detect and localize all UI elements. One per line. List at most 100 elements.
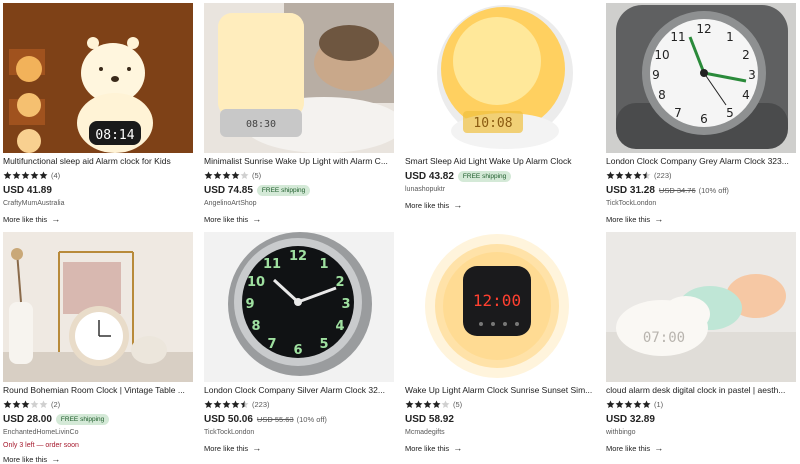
product-title[interactable]: Round Bohemian Room Clock | Vintage Tabl… — [3, 385, 193, 396]
clock-display-text: 07:00 — [643, 330, 685, 346]
arrow-right-icon: → — [654, 442, 664, 453]
product-card[interactable]: 08:14 Multifunctional sleep aid Alarm cl… — [3, 3, 193, 229]
star-rating — [405, 400, 450, 409]
more-like-this-label: More like this — [3, 454, 48, 464]
star-filled-icon — [222, 171, 231, 180]
star-filled-icon — [30, 171, 39, 180]
product-title[interactable]: cloud alarm desk digital clock in pastel… — [606, 385, 796, 396]
star-filled-icon — [204, 171, 213, 180]
product-card[interactable]: 12 1 2 345 678 9 10 11 London Clock Company … — [204, 232, 394, 458]
product-card[interactable]: 07:00 cloud alarm desk digital clock in … — [606, 232, 796, 458]
more-like-this-label: More like this — [405, 443, 450, 453]
price-row: USD 43.82 FREE shipping — [405, 170, 595, 183]
star-rating — [3, 400, 48, 409]
more-like-this-link[interactable]: More like this → — [606, 214, 796, 224]
star-filled-icon — [3, 400, 12, 409]
low-stock-notice: Only 3 left — order soon — [3, 442, 79, 449]
shop-name[interactable]: TickTockLondon — [204, 428, 394, 437]
star-empty-icon — [240, 171, 249, 180]
product-image[interactable]: 12 1 2 345 678 9 10 11 — [204, 232, 394, 382]
rating: (2) — [3, 399, 193, 410]
shop-name[interactable]: lunashopuktr — [405, 185, 595, 194]
star-filled-icon — [414, 400, 423, 409]
more-like-this-label: More like this — [204, 443, 249, 453]
product-image[interactable] — [3, 232, 193, 382]
product-image[interactable]: 08:30 — [204, 3, 394, 153]
shop-name[interactable]: AngelinoArtShop — [204, 199, 394, 208]
product-title[interactable]: Wake Up Light Alarm Clock Sunrise Sunset… — [405, 385, 595, 396]
more-like-this-link[interactable]: More like this → — [3, 454, 193, 464]
rating: (1) — [606, 399, 796, 410]
shop-name[interactable]: EnchantedHomeLivinCo — [3, 428, 193, 437]
more-like-this-label: More like this — [606, 443, 651, 453]
star-filled-icon — [21, 400, 30, 409]
clock-display-text: 08:14 — [95, 128, 134, 143]
product-card[interactable]: 08:30 Minimalist Sunrise Wake Up Light w… — [204, 3, 394, 229]
star-filled-icon — [624, 171, 633, 180]
rating-count: (223) — [654, 171, 672, 180]
price: USD 31.28 — [606, 185, 655, 196]
more-like-this-link[interactable]: More like this → — [606, 443, 796, 453]
svg-text:9: 9 — [652, 68, 660, 82]
product-title[interactable]: Minimalist Sunrise Wake Up Light with Al… — [204, 156, 394, 167]
svg-text:3: 3 — [748, 68, 756, 82]
shop-name[interactable]: Mcmadegifts — [405, 428, 595, 437]
product-card[interactable]: 12:00 Wake Up Light Alarm Clock Sunrise … — [405, 232, 595, 458]
more-like-this-label: More like this — [606, 214, 651, 224]
product-image[interactable]: 08:14 — [3, 3, 193, 153]
svg-text:11: 11 — [263, 257, 281, 272]
product-image[interactable]: 07:00 — [606, 232, 796, 382]
svg-text:9: 9 — [245, 297, 254, 312]
product-card[interactable]: Round Bohemian Room Clock | Vintage Tabl… — [3, 232, 193, 464]
star-filled-icon — [21, 171, 30, 180]
product-image[interactable]: 12:00 — [405, 232, 595, 382]
star-filled-icon — [615, 400, 624, 409]
arrow-right-icon: → — [51, 213, 61, 224]
product-card[interactable]: 10:08 Smart Sleep Aid Light Wake Up Alar… — [405, 3, 595, 229]
rating-count: (5) — [453, 400, 463, 409]
star-filled-icon — [204, 400, 213, 409]
price-row: USD 74.85 FREE shipping — [204, 184, 394, 197]
arrow-right-icon: → — [453, 199, 463, 210]
price: USD 50.06 — [204, 414, 253, 425]
product-title[interactable]: Multifunctional sleep aid Alarm clock fo… — [3, 156, 193, 167]
svg-text:6: 6 — [293, 343, 302, 358]
arrow-right-icon: → — [654, 213, 664, 224]
product-image[interactable]: 10:08 — [405, 3, 595, 153]
free-shipping-badge: FREE shipping — [55, 414, 110, 425]
product-image[interactable]: 12 1 2 345 678 9 10 11 — [606, 3, 796, 153]
arrow-right-icon: → — [51, 453, 61, 464]
star-filled-icon — [624, 400, 633, 409]
product-card[interactable]: 12 1 2 345 678 9 10 11 London Clock Company … — [606, 3, 796, 229]
arrow-right-icon: → — [252, 213, 262, 224]
star-filled-icon — [231, 171, 240, 180]
svg-text:12: 12 — [289, 249, 307, 264]
svg-text:12: 12 — [696, 22, 711, 36]
star-filled-icon — [606, 400, 615, 409]
more-like-this-link[interactable]: More like this → — [204, 443, 394, 453]
svg-text:7: 7 — [674, 106, 682, 120]
product-title[interactable]: London Clock Company Silver Alarm Clock … — [204, 385, 394, 396]
more-like-this-link[interactable]: More like this → — [204, 214, 394, 224]
star-rating — [606, 171, 651, 180]
svg-text:4: 4 — [742, 88, 750, 102]
discount: (10% off) — [296, 415, 327, 424]
shop-name[interactable]: TickTockLondon — [606, 199, 796, 208]
clock-display-text: 08:30 — [246, 119, 276, 130]
free-shipping-badge: FREE shipping — [457, 171, 512, 182]
more-like-this-link[interactable]: More like this → — [405, 200, 595, 210]
price: USD 41.89 — [3, 185, 52, 196]
svg-text:11: 11 — [670, 30, 685, 44]
svg-text:2: 2 — [335, 275, 344, 290]
more-like-this-link[interactable]: More like this → — [405, 443, 595, 453]
rating-count: (2) — [51, 400, 61, 409]
product-title[interactable]: Smart Sleep Aid Light Wake Up Alarm Cloc… — [405, 156, 595, 167]
product-title[interactable]: London Clock Company Grey Alarm Clock 32… — [606, 156, 796, 167]
star-filled-icon — [213, 171, 222, 180]
star-filled-icon — [3, 171, 12, 180]
shop-name[interactable]: withbingo — [606, 428, 796, 437]
more-like-this-link[interactable]: More like this → — [3, 214, 193, 224]
svg-text:10: 10 — [247, 275, 265, 290]
clock-display-text: 10:08 — [473, 116, 512, 131]
shop-name[interactable]: CraftyMumAustralia — [3, 199, 193, 208]
